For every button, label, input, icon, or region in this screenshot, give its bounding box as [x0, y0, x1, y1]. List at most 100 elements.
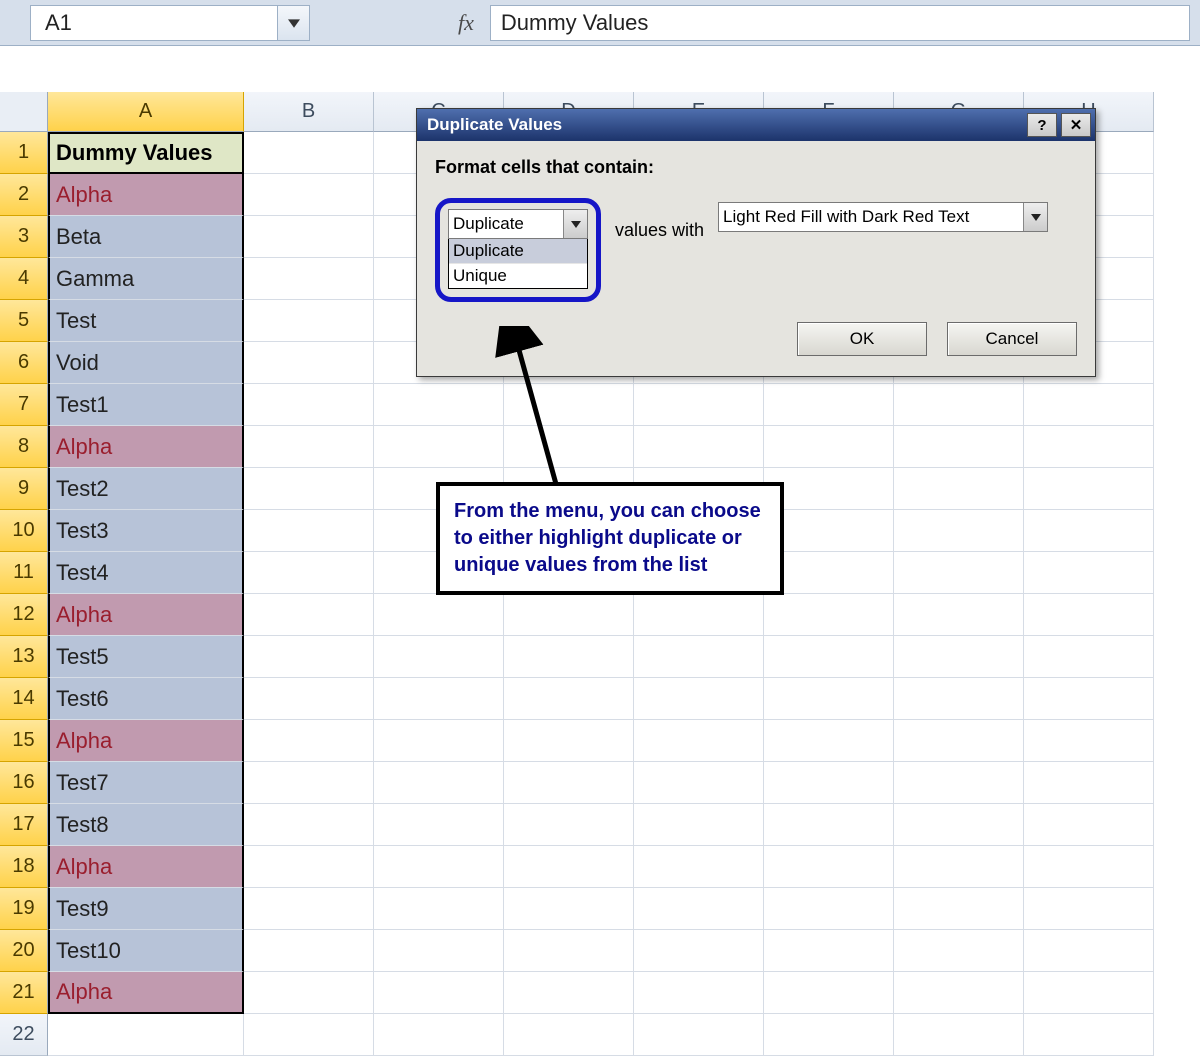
cell-B17[interactable]	[244, 804, 374, 846]
cell-C21[interactable]	[374, 972, 504, 1014]
cancel-button[interactable]: Cancel	[947, 322, 1077, 356]
cell-G10[interactable]	[894, 510, 1024, 552]
cell-A14[interactable]: Test6	[48, 678, 244, 720]
name-box-dropdown[interactable]	[278, 5, 310, 41]
cell-F17[interactable]	[764, 804, 894, 846]
cell-H18[interactable]	[1024, 846, 1154, 888]
row-header-6[interactable]: 6	[0, 342, 48, 384]
cell-B1[interactable]	[244, 132, 374, 174]
cell-B4[interactable]	[244, 258, 374, 300]
cell-B7[interactable]	[244, 384, 374, 426]
cell-E14[interactable]	[634, 678, 764, 720]
fx-icon[interactable]: fx	[458, 10, 474, 36]
cell-E8[interactable]	[634, 426, 764, 468]
cell-A22[interactable]	[48, 1014, 244, 1056]
cell-E12[interactable]	[634, 594, 764, 636]
cell-A10[interactable]: Test3	[48, 510, 244, 552]
cell-H20[interactable]	[1024, 930, 1154, 972]
cell-F20[interactable]	[764, 930, 894, 972]
cell-B18[interactable]	[244, 846, 374, 888]
cell-B6[interactable]	[244, 342, 374, 384]
cell-H22[interactable]	[1024, 1014, 1154, 1056]
cell-G9[interactable]	[894, 468, 1024, 510]
cell-E7[interactable]	[634, 384, 764, 426]
cell-C17[interactable]	[374, 804, 504, 846]
cell-B21[interactable]	[244, 972, 374, 1014]
cell-F7[interactable]	[764, 384, 894, 426]
cell-B20[interactable]	[244, 930, 374, 972]
cell-E20[interactable]	[634, 930, 764, 972]
cell-A21[interactable]: Alpha	[48, 972, 244, 1014]
column-header-B[interactable]: B	[244, 92, 374, 132]
row-header-16[interactable]: 16	[0, 762, 48, 804]
cell-D14[interactable]	[504, 678, 634, 720]
cell-C19[interactable]	[374, 888, 504, 930]
cell-F21[interactable]	[764, 972, 894, 1014]
row-header-3[interactable]: 3	[0, 216, 48, 258]
cell-D12[interactable]	[504, 594, 634, 636]
cell-F16[interactable]	[764, 762, 894, 804]
cell-H19[interactable]	[1024, 888, 1154, 930]
cell-E18[interactable]	[634, 846, 764, 888]
cell-A15[interactable]: Alpha	[48, 720, 244, 762]
cell-H8[interactable]	[1024, 426, 1154, 468]
cell-C18[interactable]	[374, 846, 504, 888]
cell-D17[interactable]	[504, 804, 634, 846]
cell-A2[interactable]: Alpha	[48, 174, 244, 216]
ok-button[interactable]: OK	[797, 322, 927, 356]
cell-C13[interactable]	[374, 636, 504, 678]
cell-G14[interactable]	[894, 678, 1024, 720]
cell-B16[interactable]	[244, 762, 374, 804]
row-header-18[interactable]: 18	[0, 846, 48, 888]
cell-E22[interactable]	[634, 1014, 764, 1056]
cell-G20[interactable]	[894, 930, 1024, 972]
cell-D7[interactable]	[504, 384, 634, 426]
cell-C7[interactable]	[374, 384, 504, 426]
cell-H17[interactable]	[1024, 804, 1154, 846]
cell-B3[interactable]	[244, 216, 374, 258]
row-header-8[interactable]: 8	[0, 426, 48, 468]
formula-input[interactable]: Dummy Values	[490, 5, 1190, 41]
cell-B22[interactable]	[244, 1014, 374, 1056]
cell-A6[interactable]: Void	[48, 342, 244, 384]
cell-B8[interactable]	[244, 426, 374, 468]
cell-H10[interactable]	[1024, 510, 1154, 552]
cell-G12[interactable]	[894, 594, 1024, 636]
cell-A13[interactable]: Test5	[48, 636, 244, 678]
cell-E15[interactable]	[634, 720, 764, 762]
cell-H9[interactable]	[1024, 468, 1154, 510]
row-header-5[interactable]: 5	[0, 300, 48, 342]
cell-H12[interactable]	[1024, 594, 1154, 636]
cell-A11[interactable]: Test4	[48, 552, 244, 594]
cell-H7[interactable]	[1024, 384, 1154, 426]
cell-G18[interactable]	[894, 846, 1024, 888]
cell-G22[interactable]	[894, 1014, 1024, 1056]
row-header-4[interactable]: 4	[0, 258, 48, 300]
cell-B11[interactable]	[244, 552, 374, 594]
cell-H15[interactable]	[1024, 720, 1154, 762]
cell-H16[interactable]	[1024, 762, 1154, 804]
row-header-17[interactable]: 17	[0, 804, 48, 846]
row-header-21[interactable]: 21	[0, 972, 48, 1014]
cell-H13[interactable]	[1024, 636, 1154, 678]
cell-A16[interactable]: Test7	[48, 762, 244, 804]
cell-A19[interactable]: Test9	[48, 888, 244, 930]
cell-G19[interactable]	[894, 888, 1024, 930]
cell-F18[interactable]	[764, 846, 894, 888]
cell-F15[interactable]	[764, 720, 894, 762]
cell-E19[interactable]	[634, 888, 764, 930]
cell-G17[interactable]	[894, 804, 1024, 846]
cell-B13[interactable]	[244, 636, 374, 678]
cell-A12[interactable]: Alpha	[48, 594, 244, 636]
cell-D16[interactable]	[504, 762, 634, 804]
cell-B10[interactable]	[244, 510, 374, 552]
cell-C14[interactable]	[374, 678, 504, 720]
row-header-12[interactable]: 12	[0, 594, 48, 636]
cell-F8[interactable]	[764, 426, 894, 468]
row-header-11[interactable]: 11	[0, 552, 48, 594]
cell-B15[interactable]	[244, 720, 374, 762]
row-header-15[interactable]: 15	[0, 720, 48, 762]
cell-B5[interactable]	[244, 300, 374, 342]
cell-A3[interactable]: Beta	[48, 216, 244, 258]
cell-D8[interactable]	[504, 426, 634, 468]
